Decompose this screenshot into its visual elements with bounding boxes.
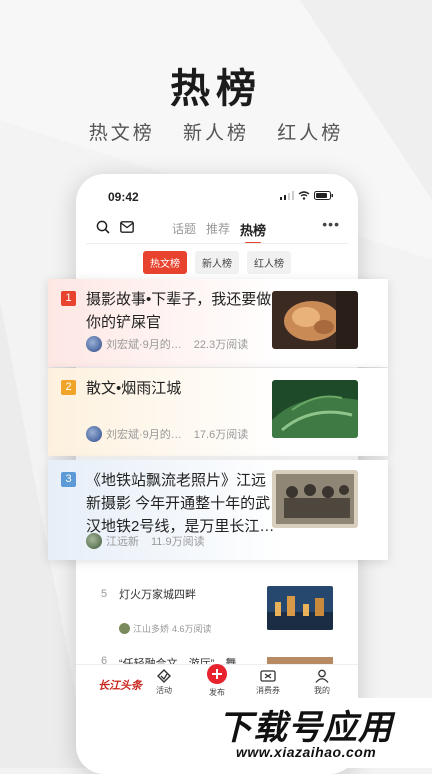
hero-subtitle-new-people: 新人榜: [182, 123, 249, 144]
status-icons: [280, 191, 334, 200]
app-logo[interactable]: 长江头条: [98, 677, 142, 693]
card-thumbnail: [272, 291, 358, 349]
nav-coupon[interactable]: 消费券: [256, 669, 280, 696]
card-meta: 江远新 11.9万阅读: [86, 533, 205, 549]
card-meta: 刘宏斌·9月的… 22.3万阅读: [86, 336, 248, 352]
list-item[interactable]: 5 灯火万家城四畔 江山多娇 4.6万阅读: [95, 584, 345, 644]
nav-profile[interactable]: 我的: [314, 669, 330, 696]
card-author: 江远新: [106, 536, 139, 548]
ranking-card-1[interactable]: 1 摄影故事•下辈子，我还要做你的铲屎官 刘宏斌·9月的… 22.3万阅读: [48, 279, 388, 367]
chip-new-people[interactable]: 新人榜: [195, 251, 239, 274]
tab-hot-list[interactable]: 热榜: [240, 220, 266, 244]
nav-profile-label: 我的: [314, 686, 330, 695]
card-author: 刘宏斌·9月的…: [106, 339, 182, 351]
rank-badge: 3: [61, 472, 76, 487]
nav-publish-label: 发布: [209, 688, 225, 697]
watermark-logo: 下载号应用 www.xiazaihao.com: [214, 698, 432, 768]
card-title: 《地铁站飘流老照片》江远新摄影 今年开通整十年的武汉地铁2号线，是万里长江…: [86, 472, 275, 535]
list-meta: 江山多娇 4.6万阅读: [119, 622, 212, 635]
list-rank: 5: [101, 588, 108, 600]
chip-hot-articles[interactable]: 热文榜: [143, 251, 187, 274]
list-title: 灯火万家城四畔: [119, 589, 196, 601]
wifi-icon: [298, 191, 310, 200]
top-tabs: 话题 推荐 热榜: [172, 220, 266, 244]
mail-icon[interactable]: [120, 221, 134, 233]
nav-coupon-label: 消费券: [256, 686, 280, 695]
avatar: [86, 533, 102, 549]
tab-recommend[interactable]: 推荐: [206, 220, 230, 239]
card-thumbnail: [272, 470, 358, 528]
more-icon[interactable]: •••: [322, 216, 340, 232]
app-bar: 话题 推荐 热榜 •••: [76, 214, 358, 244]
nav-publish[interactable]: 发布: [206, 663, 228, 698]
signal-icon: [280, 191, 294, 200]
avatar: [86, 426, 102, 442]
watermark-url: www.xiazaihao.com: [236, 744, 377, 760]
hero-subtitle-influencers: 红人榜: [277, 123, 344, 144]
battery-icon: [314, 191, 333, 200]
card-reads: 17.6万阅读: [193, 429, 249, 441]
nav-activity[interactable]: 活动: [156, 669, 172, 696]
list-author: 江山多娇: [133, 624, 170, 634]
card-title: 散文•烟雨江城: [86, 380, 182, 397]
plus-icon: [207, 664, 227, 684]
status-bar: 09:42: [76, 188, 358, 208]
hero-subtitle-hot-articles: 热文榜: [88, 123, 155, 144]
card-author: 刘宏斌·9月的…: [106, 429, 182, 441]
status-time: 09:42: [108, 190, 139, 204]
hero-title: 热榜: [170, 67, 262, 111]
rank-badge: 1: [61, 291, 76, 306]
hero-subtitle: 热文榜 新人榜 红人榜: [0, 118, 432, 145]
tab-topics[interactable]: 话题: [172, 220, 196, 239]
watermark-title: 下载号应用: [218, 709, 393, 747]
card-reads: 22.3万阅读: [193, 339, 249, 351]
search-icon[interactable]: [96, 220, 110, 234]
ranking-card-2[interactable]: 2 散文•烟雨江城 刘宏斌·9月的… 17.6万阅读: [48, 368, 388, 456]
list-thumbnail: [267, 586, 333, 630]
card-title: 摄影故事•下辈子，我还要做你的铲屎官: [86, 291, 272, 331]
card-thumbnail: [272, 380, 358, 438]
rank-chips: 热文榜 新人榜 红人榜: [76, 251, 358, 274]
nav-activity-label: 活动: [156, 686, 172, 695]
app-bar-divider: [86, 243, 348, 244]
card-meta: 刘宏斌·9月的… 17.6万阅读: [86, 426, 248, 442]
ranking-card-3[interactable]: 3 《地铁站飘流老照片》江远新摄影 今年开通整十年的武汉地铁2号线，是万里长江……: [48, 460, 388, 560]
user-icon: [315, 669, 329, 683]
activity-icon: [157, 669, 171, 683]
avatar: [119, 623, 130, 634]
rank-badge: 2: [61, 380, 76, 395]
chip-influencers[interactable]: 红人榜: [247, 251, 291, 274]
avatar: [86, 336, 102, 352]
card-reads: 11.9万阅读: [151, 536, 205, 548]
coupon-icon: [260, 670, 276, 682]
list-reads: 4.6万阅读: [172, 624, 212, 634]
